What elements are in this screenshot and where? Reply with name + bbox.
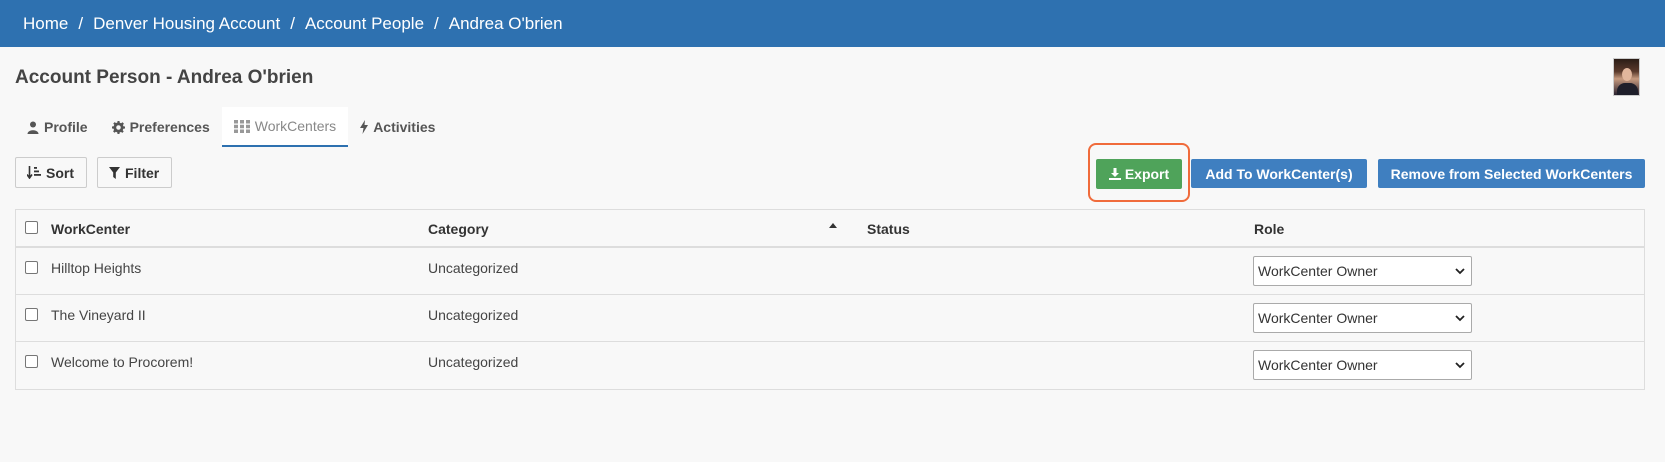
chevron-down-icon <box>1455 315 1465 322</box>
row-checkbox[interactable] <box>25 308 38 321</box>
sort-ascending-icon <box>829 223 837 228</box>
tab-label: Profile <box>44 119 88 135</box>
breadcrumb-separator: / <box>78 13 84 33</box>
workcenter-link[interactable]: Welcome to Procorem! <box>51 354 193 370</box>
tab-label: Activities <box>373 119 436 135</box>
table-row: Hilltop Heights Uncategorized WorkCenter… <box>16 248 1644 295</box>
remove-from-workcenters-button[interactable]: Remove from Selected WorkCenters <box>1378 159 1645 188</box>
tab-bar: Profile Preferences WorkCenters Activiti… <box>15 107 447 147</box>
chevron-down-icon <box>1455 362 1465 369</box>
user-icon <box>27 121 39 134</box>
filter-button[interactable]: Filter <box>97 157 172 188</box>
table-row: Welcome to Procorem! Uncategorized WorkC… <box>16 342 1644 389</box>
avatar-body <box>1617 83 1638 95</box>
tab-profile[interactable]: Profile <box>15 107 100 147</box>
breadcrumb-separator: / <box>434 13 439 33</box>
category-cell: Uncategorized <box>428 307 519 323</box>
tab-label: Preferences <box>129 119 210 135</box>
avatar-face <box>1622 68 1632 81</box>
row-checkbox[interactable] <box>25 261 38 274</box>
table-row: The Vineyard II Uncategorized WorkCenter… <box>16 295 1644 342</box>
role-select[interactable]: WorkCenter Owner <box>1253 256 1472 286</box>
role-select-value: WorkCenter Owner <box>1258 310 1378 326</box>
role-select-value: WorkCenter Owner <box>1258 357 1378 373</box>
category-cell: Uncategorized <box>428 354 519 370</box>
breadcrumb-separator: / <box>290 13 295 33</box>
toolbar: Sort Filter Export Add To WorkCenter(s) … <box>0 143 1665 203</box>
breadcrumb-current-person[interactable]: Andrea O'brien <box>449 14 563 34</box>
bolt-icon <box>360 120 369 134</box>
page-header: Account Person - Andrea O'brien <box>0 47 1665 96</box>
chevron-down-icon <box>1455 268 1465 275</box>
page-title: Account Person - Andrea O'brien <box>15 67 314 88</box>
tab-label: WorkCenters <box>254 118 337 134</box>
sort-button[interactable]: Sort <box>15 157 87 188</box>
tab-preferences[interactable]: Preferences <box>100 107 222 147</box>
avatar[interactable] <box>1613 58 1640 96</box>
role-select[interactable]: WorkCenter Owner <box>1253 350 1472 380</box>
column-header-category[interactable]: Category <box>428 221 489 237</box>
select-all-checkbox[interactable] <box>25 221 38 234</box>
workcenter-link[interactable]: The Vineyard II <box>51 307 146 323</box>
gear-icon <box>111 120 125 134</box>
export-label: Export <box>1124 166 1170 182</box>
filter-icon <box>109 166 120 179</box>
export-button[interactable]: Export <box>1096 159 1182 189</box>
workcenter-link[interactable]: Hilltop Heights <box>51 260 141 276</box>
download-icon <box>1108 168 1121 180</box>
sort-icon <box>27 166 41 179</box>
sort-label: Sort <box>46 164 74 181</box>
breadcrumb-home[interactable]: Home <box>23 14 68 34</box>
column-header-workcenter[interactable]: WorkCenter <box>51 221 130 237</box>
row-checkbox[interactable] <box>25 355 38 368</box>
grid-icon <box>233 119 250 133</box>
column-header-role[interactable]: Role <box>1254 221 1284 237</box>
add-to-workcenters-button[interactable]: Add To WorkCenter(s) <box>1191 159 1367 188</box>
tab-workcenters[interactable]: WorkCenters <box>221 107 349 147</box>
breadcrumb: Home / Denver Housing Account / Account … <box>0 0 1665 47</box>
role-select-value: WorkCenter Owner <box>1258 263 1378 279</box>
filter-label: Filter <box>125 164 160 181</box>
workcenters-table: WorkCenter Category Status Role Hilltop … <box>15 209 1645 390</box>
column-header-status[interactable]: Status <box>867 221 910 237</box>
breadcrumb-account[interactable]: Denver Housing Account <box>93 14 280 34</box>
breadcrumb-account-people[interactable]: Account People <box>305 14 424 34</box>
role-select[interactable]: WorkCenter Owner <box>1253 303 1472 333</box>
category-cell: Uncategorized <box>428 260 519 276</box>
table-header-row: WorkCenter Category Status Role <box>16 210 1644 248</box>
tab-activities[interactable]: Activities <box>348 107 447 147</box>
